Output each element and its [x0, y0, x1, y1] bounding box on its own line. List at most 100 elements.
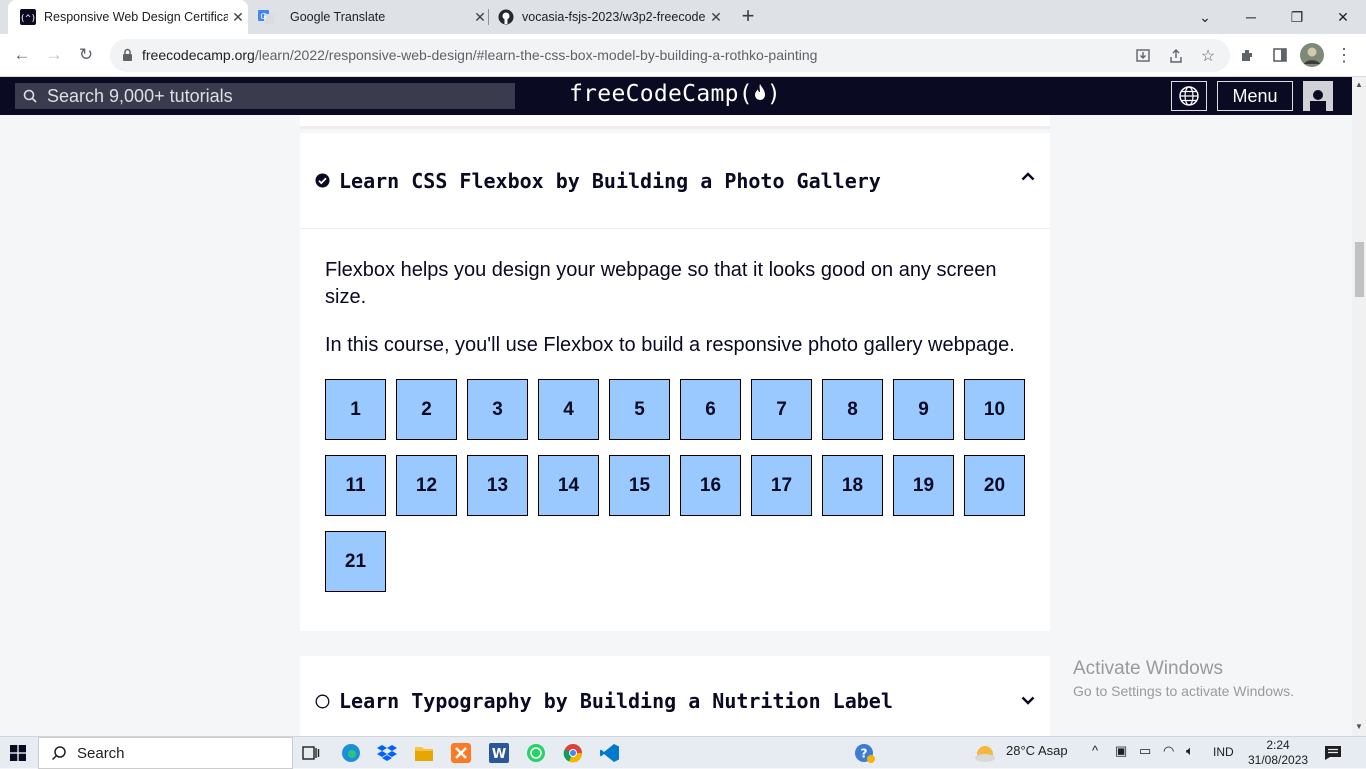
dropbox-icon[interactable] [376, 742, 398, 764]
course-body: Flexbox helps you design your webpage so… [300, 228, 1050, 631]
step-18-button[interactable]: 18 [822, 455, 883, 516]
search-icon [51, 746, 66, 761]
watermark-title: Activate Windows [1073, 658, 1223, 679]
taskbar-search-label: Search [77, 744, 125, 762]
scroll-down-arrow-icon[interactable]: ▼ [1355, 722, 1363, 731]
close-tab-icon[interactable]: ✕ [706, 9, 726, 26]
step-19-button[interactable]: 19 [893, 455, 954, 516]
word-icon[interactable]: W [488, 742, 510, 764]
extensions-icon[interactable] [1235, 42, 1261, 68]
step-9-button[interactable]: 9 [893, 379, 954, 440]
step-13-button[interactable]: 13 [467, 455, 528, 516]
help-icon[interactable]: ? [854, 742, 876, 764]
user-avatar[interactable] [1303, 81, 1333, 111]
edge-browser-icon[interactable] [340, 742, 362, 764]
back-button[interactable]: ← [9, 42, 35, 68]
tab-separator [488, 9, 489, 25]
step-4-button[interactable]: 4 [538, 379, 599, 440]
step-12-button[interactable]: 12 [396, 455, 457, 516]
chrome-icon[interactable] [562, 742, 584, 764]
page-content: Learn CSS Flexbox by Building a Photo Ga… [0, 115, 1352, 736]
input-language[interactable]: IND [1213, 745, 1234, 759]
step-20-button[interactable]: 20 [964, 455, 1025, 516]
battery-icon[interactable]: ▭ [1139, 743, 1151, 759]
step-11-button[interactable]: 11 [325, 455, 386, 516]
course-block-typography: Learn Typography by Building a Nutrition… [300, 656, 1050, 736]
wifi-icon[interactable]: ◠ [1163, 743, 1174, 759]
close-tab-icon[interactable]: ✕ [470, 9, 490, 26]
step-5-button[interactable]: 5 [609, 379, 670, 440]
xampp-icon[interactable] [450, 742, 472, 764]
page-scrollbar[interactable]: ▲ ▼ [1352, 77, 1366, 736]
clock-date: 31/08/2023 [1248, 753, 1309, 767]
flame-icon [754, 84, 765, 100]
volume-icon[interactable]: 🔈︎ [1186, 743, 1194, 759]
restore-button[interactable]: ❐ [1274, 0, 1320, 34]
task-view-icon[interactable] [300, 742, 322, 764]
tab-responsive-web-design[interactable]: (^) Responsive Web Design Certificat ✕ [8, 0, 248, 34]
notification-center-icon[interactable] [1322, 742, 1344, 764]
tab-google-translate[interactable]: G Google Translate ✕ [250, 0, 490, 34]
chevron-up-icon [1021, 172, 1035, 181]
clock-time: 2:24 [1266, 738, 1290, 752]
step-1-button[interactable]: 1 [325, 379, 386, 440]
step-grid: 1 2 3 4 5 6 7 8 9 10 11 12 13 14 15 16 17 18 19 20 21 [325, 379, 1035, 607]
tab-title: Responsive Web Design Certificat [44, 10, 228, 24]
whatsapp-icon[interactable] [525, 742, 547, 764]
course-header-toggle[interactable]: Learn Typography by Building a Nutrition… [300, 656, 1050, 736]
tab-title: vocasia-fsjs-2023/w3p2-freecode [522, 10, 706, 24]
windows-start-icon[interactable] [10, 745, 26, 766]
windows-taskbar: Search W ? 28°C Asap ^ ▣ ▭ ◠ 🔈︎ IND 2:24… [0, 736, 1366, 769]
course-title: Learn Typography by Building a Nutrition… [339, 689, 893, 713]
install-app-icon[interactable] [1132, 45, 1154, 67]
step-15-button[interactable]: 15 [609, 455, 670, 516]
side-panel-icon[interactable] [1267, 42, 1293, 68]
minimize-button[interactable]: ─ [1228, 0, 1274, 34]
tab-github[interactable]: vocasia-fsjs-2023/w3p2-freecode ✕ [490, 0, 726, 34]
new-tab-button[interactable]: + [736, 5, 760, 29]
bookmark-star-icon[interactable]: ☆ [1197, 45, 1219, 67]
url-text: freecodecamp.org/learn/2022/responsive-w… [142, 47, 818, 63]
browser-tab-strip: (^) Responsive Web Design Certificat ✕ G… [0, 0, 1366, 34]
file-explorer-icon[interactable] [413, 742, 435, 764]
close-tab-icon[interactable]: ✕ [228, 9, 248, 26]
fcc-search-bar[interactable] [15, 83, 515, 109]
tab-search-icon[interactable]: ⌄ [1182, 0, 1228, 34]
step-7-button[interactable]: 7 [751, 379, 812, 440]
step-8-button[interactable]: 8 [822, 379, 883, 440]
step-16-button[interactable]: 16 [680, 455, 741, 516]
meet-now-icon[interactable]: ▣ [1115, 743, 1127, 759]
step-17-button[interactable]: 17 [751, 455, 812, 516]
camper-avatar-icon [1310, 90, 1326, 111]
weather-text[interactable]: 28°C Asap [1006, 743, 1068, 758]
step-21-button[interactable]: 21 [325, 531, 386, 592]
step-3-button[interactable]: 3 [467, 379, 528, 440]
share-icon[interactable] [1165, 45, 1187, 67]
scroll-up-arrow-icon[interactable]: ▲ [1355, 80, 1363, 89]
step-2-button[interactable]: 2 [396, 379, 457, 440]
reload-button[interactable]: ↻ [73, 42, 99, 68]
taskbar-clock[interactable]: 2:24 31/08/2023 [1248, 738, 1308, 768]
show-hidden-icons-icon[interactable]: ^ [1092, 743, 1098, 758]
profile-avatar[interactable] [1299, 42, 1325, 68]
freecodecamp-favicon: (^) [20, 9, 36, 25]
freecodecamp-logo[interactable]: freeCodeCamp() [569, 81, 781, 107]
course-header-toggle[interactable]: Learn CSS Flexbox by Building a Photo Ga… [300, 133, 1050, 228]
taskbar-search-box[interactable]: Search [38, 737, 293, 769]
menu-button[interactable]: Menu [1217, 81, 1293, 111]
check-circle-icon [315, 173, 330, 188]
address-bar[interactable]: freecodecamp.org/learn/2022/responsive-w… [110, 39, 1230, 72]
step-14-button[interactable]: 14 [538, 455, 599, 516]
search-icon [23, 89, 37, 103]
step-10-button[interactable]: 10 [964, 379, 1025, 440]
close-window-button[interactable]: ✕ [1320, 0, 1366, 34]
language-globe-button[interactable] [1171, 81, 1207, 111]
forward-button[interactable]: → [41, 42, 67, 68]
logo-text-close: ) [766, 81, 782, 107]
search-input[interactable] [47, 85, 487, 107]
step-6-button[interactable]: 6 [680, 379, 741, 440]
browser-toolbar: ← → ↻ freecodecamp.org/learn/2022/respon… [0, 34, 1366, 77]
vscode-icon[interactable] [599, 742, 621, 764]
browser-menu-icon[interactable]: ⋮ [1331, 42, 1357, 68]
scrollbar-thumb[interactable] [1355, 242, 1364, 297]
